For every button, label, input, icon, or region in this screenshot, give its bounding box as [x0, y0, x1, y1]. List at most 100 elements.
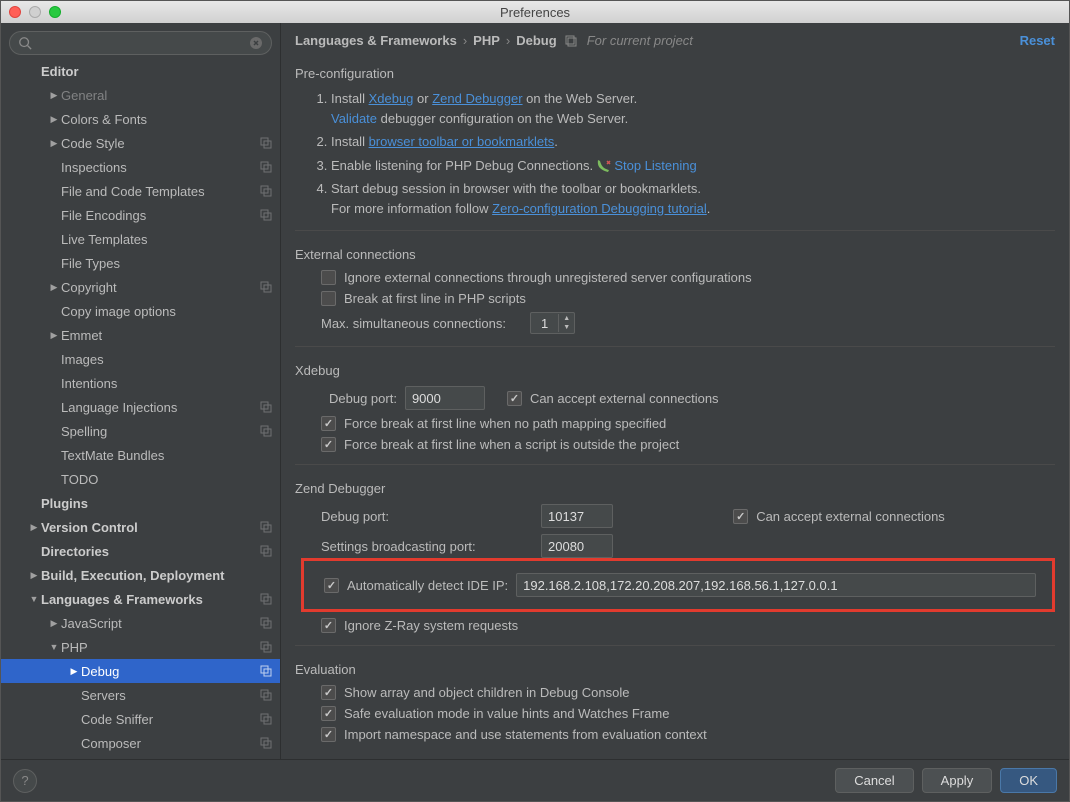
tree-item-intentions[interactable]: Intentions — [1, 371, 280, 395]
close-window-icon[interactable] — [9, 6, 21, 18]
tree-item-label: Language Injections — [61, 400, 177, 415]
tree-arrow-icon[interactable]: ▶ — [49, 90, 59, 101]
tree-item-file-and-code-templates[interactable]: File and Code Templates — [1, 179, 280, 203]
tree-arrow-icon[interactable]: ▶ — [49, 138, 59, 149]
minimize-window-icon — [29, 6, 41, 18]
search-input[interactable] — [38, 36, 249, 50]
help-button[interactable]: ? — [13, 769, 37, 793]
tree-item-composer[interactable]: Composer — [1, 731, 280, 755]
break-first-line-checkbox[interactable] — [321, 291, 336, 306]
tree-item-label: Copy image options — [61, 304, 176, 319]
eval-import-ns-checkbox[interactable] — [321, 727, 336, 742]
ignore-zray-checkbox[interactable] — [321, 618, 336, 633]
eval-import-ns-label: Import namespace and use statements from… — [344, 727, 707, 742]
search-field[interactable] — [9, 31, 272, 55]
tree-item-directories[interactable]: Directories — [1, 539, 280, 563]
tree-item-php[interactable]: ▼PHP — [1, 635, 280, 659]
preconfig-title: Pre-configuration — [295, 66, 1055, 81]
zend-accept-checkbox[interactable] — [733, 509, 748, 524]
tree-arrow-icon[interactable]: ▶ — [29, 570, 39, 581]
zend-debugger-link[interactable]: Zend Debugger — [432, 91, 522, 106]
tree-item-debug[interactable]: ▶Debug — [1, 659, 280, 683]
tree-item-label: Code Style — [61, 136, 125, 151]
tree-arrow-icon[interactable]: ▶ — [29, 522, 39, 533]
tree-arrow-icon[interactable]: ▼ — [49, 642, 59, 652]
cancel-button[interactable]: Cancel — [835, 768, 913, 793]
tree-arrow-icon[interactable]: ▶ — [69, 666, 79, 677]
tree-item-code-sniffer[interactable]: Code Sniffer — [1, 707, 280, 731]
stop-listening-link[interactable]: Stop Listening — [614, 158, 696, 173]
tree-item-copyright[interactable]: ▶Copyright — [1, 275, 280, 299]
tree-item-build-execution-deployment[interactable]: ▶Build, Execution, Deployment — [1, 563, 280, 587]
auto-detect-ip-checkbox[interactable] — [324, 578, 339, 593]
tree-item-images[interactable]: Images — [1, 347, 280, 371]
tree-item-javascript[interactable]: ▶JavaScript — [1, 611, 280, 635]
project-scope-icon — [260, 281, 272, 293]
tree-item-label: Plugins — [41, 496, 88, 511]
zend-accept-label: Can accept external connections — [756, 509, 945, 524]
tree-item-colors-fonts[interactable]: ▶Colors & Fonts — [1, 107, 280, 131]
tree-item-spelling[interactable]: Spelling — [1, 419, 280, 443]
xdebug-force1-checkbox[interactable] — [321, 416, 336, 431]
browser-toolbar-link[interactable]: browser toolbar or bookmarklets — [369, 134, 555, 149]
zero-config-tutorial-link[interactable]: Zero-configuration Debugging tutorial — [492, 201, 707, 216]
apply-button[interactable]: Apply — [922, 768, 993, 793]
tree-item-label: Editor — [41, 64, 79, 79]
xdebug-link[interactable]: Xdebug — [369, 91, 414, 106]
tree-item-language-injections[interactable]: Language Injections — [1, 395, 280, 419]
crumb-languages[interactable]: Languages & Frameworks — [295, 33, 457, 48]
eval-safe-mode-label: Safe evaluation mode in value hints and … — [344, 706, 669, 721]
zend-port-label: Debug port: — [321, 509, 531, 524]
ide-ip-input[interactable] — [516, 573, 1036, 597]
tree-arrow-icon[interactable]: ▶ — [49, 330, 59, 341]
dialog-footer: ? Cancel Apply OK — [1, 759, 1069, 801]
settings-tree[interactable]: Editor▶General▶Colors & Fonts▶Code Style… — [1, 59, 280, 759]
tree-arrow-icon[interactable]: ▶ — [49, 114, 59, 125]
tree-item-general[interactable]: ▶General — [1, 83, 280, 107]
zend-broadcast-input[interactable] — [541, 534, 613, 558]
ok-button[interactable]: OK — [1000, 768, 1057, 793]
xdebug-force2-checkbox[interactable] — [321, 437, 336, 452]
evaluation-title: Evaluation — [295, 662, 1055, 677]
xdebug-force2-label: Force break at first line when a script … — [344, 437, 679, 452]
eval-show-children-checkbox[interactable] — [321, 685, 336, 700]
tree-item-emmet[interactable]: ▶Emmet — [1, 323, 280, 347]
tree-arrow-icon[interactable]: ▶ — [49, 282, 59, 293]
phone-listen-icon — [597, 159, 611, 173]
reset-button[interactable]: Reset — [1020, 33, 1055, 48]
tree-arrow-icon[interactable]: ▼ — [29, 594, 39, 604]
max-connections-spinner[interactable]: 1 ▲▼ — [530, 312, 575, 334]
tree-item-textmate-bundles[interactable]: TextMate Bundles — [1, 443, 280, 467]
tree-item-todo[interactable]: TODO — [1, 467, 280, 491]
tree-item-inspections[interactable]: Inspections — [1, 155, 280, 179]
zend-port-input[interactable] — [541, 504, 613, 528]
xdebug-accept-checkbox[interactable] — [507, 391, 522, 406]
tree-item-file-types[interactable]: File Types — [1, 251, 280, 275]
clear-search-icon[interactable] — [249, 36, 263, 50]
tree-item-label: Intentions — [61, 376, 117, 391]
tree-arrow-icon[interactable]: ▶ — [49, 618, 59, 629]
tree-item-label: Debug — [81, 664, 119, 679]
xdebug-port-input[interactable] — [405, 386, 485, 410]
tree-item-label: File Types — [61, 256, 120, 271]
breadcrumb: Languages & Frameworks › PHP › Debug For… — [281, 23, 1069, 56]
project-scope-icon — [260, 665, 272, 677]
tree-item-live-templates[interactable]: Live Templates — [1, 227, 280, 251]
tree-item-version-control[interactable]: ▶Version Control — [1, 515, 280, 539]
tree-item-file-encodings[interactable]: File Encodings — [1, 203, 280, 227]
tree-item-plugins[interactable]: Plugins — [1, 491, 280, 515]
validate-link[interactable]: Validate — [331, 111, 377, 126]
highlighted-auto-ip-row: Automatically detect IDE IP: — [301, 558, 1055, 612]
tree-item-copy-image-options[interactable]: Copy image options — [1, 299, 280, 323]
project-scope-icon — [260, 161, 272, 173]
spinner-up-icon[interactable]: ▲ — [559, 314, 574, 323]
tree-item-code-style[interactable]: ▶Code Style — [1, 131, 280, 155]
tree-item-languages-frameworks[interactable]: ▼Languages & Frameworks — [1, 587, 280, 611]
tree-item-editor[interactable]: Editor — [1, 59, 280, 83]
tree-item-servers[interactable]: Servers — [1, 683, 280, 707]
spinner-down-icon[interactable]: ▼ — [559, 323, 574, 332]
eval-safe-mode-checkbox[interactable] — [321, 706, 336, 721]
ignore-external-checkbox[interactable] — [321, 270, 336, 285]
crumb-php[interactable]: PHP — [473, 33, 500, 48]
maximize-window-icon[interactable] — [49, 6, 61, 18]
